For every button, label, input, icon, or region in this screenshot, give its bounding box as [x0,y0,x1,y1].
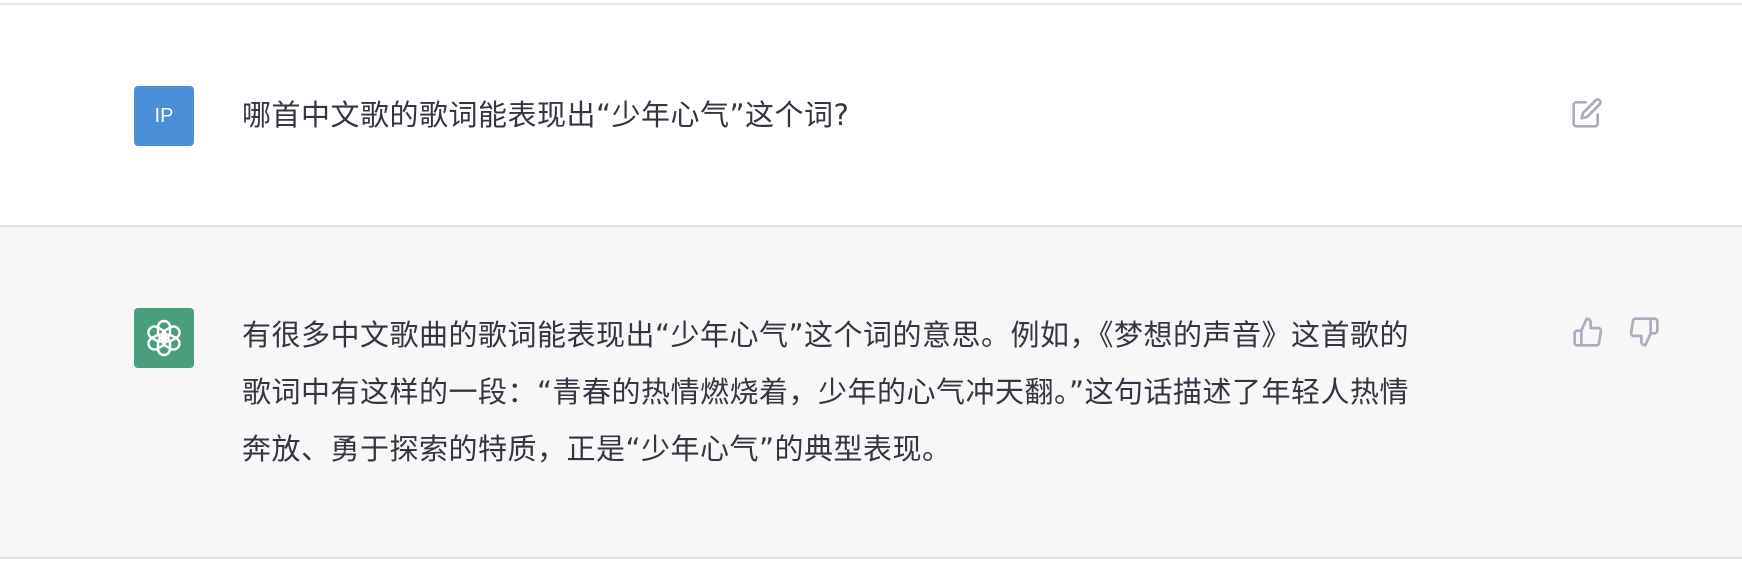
assistant-message-line: 奔放、勇于探索的特质，正是“少年心气”的典型表现。 [242,432,952,466]
user-message-row: IP 哪首中文歌的歌词能表现出“少年心气”这个词? [0,5,1742,227]
thumbs-down-button[interactable] [1626,314,1662,350]
assistant-message-row: 有很多中文歌曲的歌词能表现出“少年心气”这个词的意思。例如，《梦想的声音》这首歌… [0,227,1742,559]
thumbs-up-icon [1573,317,1603,347]
openai-logo-icon [147,319,181,357]
thumbs-up-button[interactable] [1570,314,1606,350]
assistant-avatar [134,308,194,368]
bottom-area [0,559,1742,582]
assistant-message-line: 歌词中有这样的一段：“青春的热情燃烧着，少年的心气冲天翻。”这句话描述了年轻人热… [242,375,1410,409]
user-avatar: IP [134,86,194,146]
edit-icon [1572,98,1602,128]
user-avatar-initials: IP [154,104,174,127]
assistant-message-line: 有很多中文歌曲的歌词能表现出“少年心气”这个词的意思。例如，《梦想的声音》这首歌… [242,318,1410,352]
assistant-message-text: 有很多中文歌曲的歌词能表现出“少年心气”这个词的意思。例如，《梦想的声音》这首歌… [242,307,1532,478]
user-message-text: 哪首中文歌的歌词能表现出“少年心气”这个词? [242,98,850,132]
thumbs-down-icon [1629,317,1659,347]
edit-button[interactable] [1569,95,1605,131]
